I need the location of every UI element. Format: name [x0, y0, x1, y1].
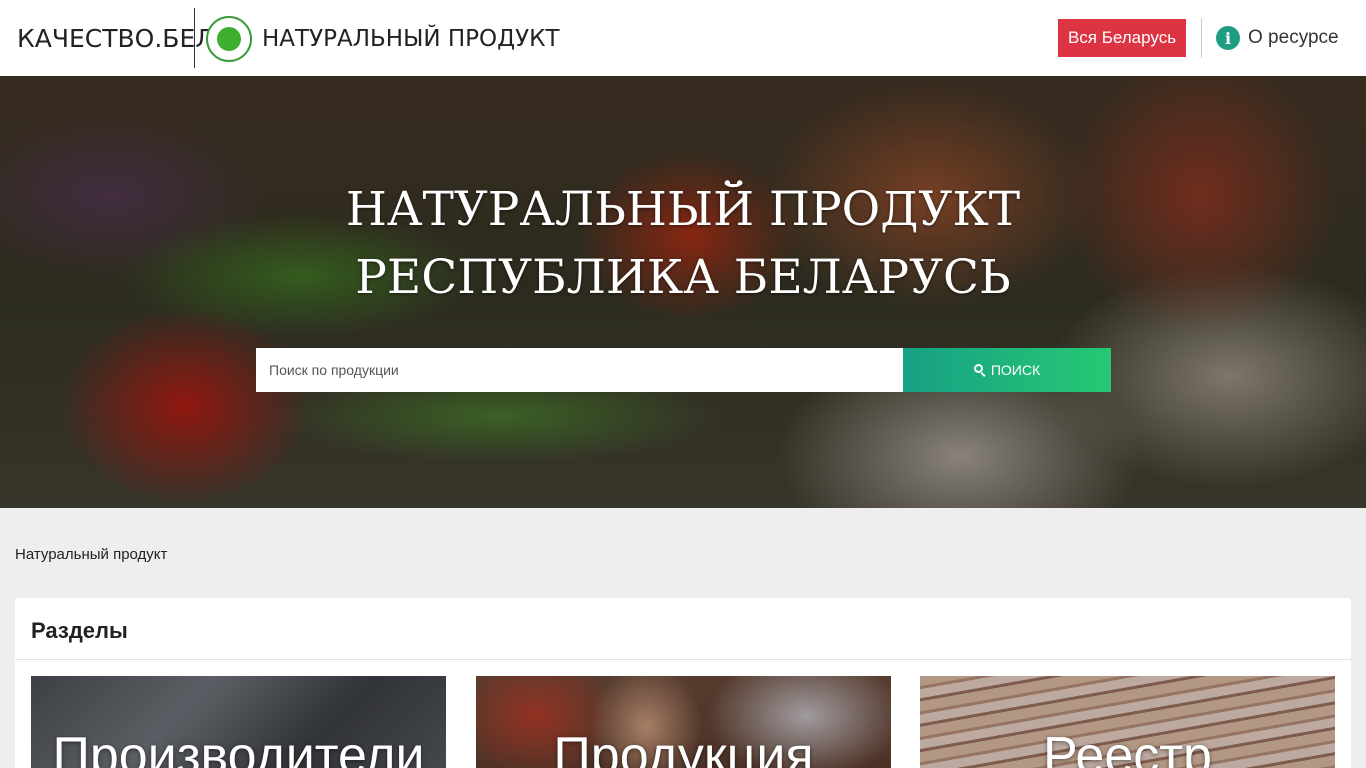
natural-product-logo[interactable] [206, 16, 252, 62]
search-input[interactable] [256, 348, 903, 392]
header-divider [1201, 18, 1202, 58]
sections-title: Разделы [31, 618, 128, 643]
hero-title-line2: РЕСПУБЛИКА БЕЛАРУСЬ [355, 250, 1011, 305]
site-header: КАЧЕСТВО.БЕЛ НАТУРАЛЬНЫЙ ПРОДУКТ Вся Бел… [0, 0, 1366, 76]
search-button[interactable]: ПОИСК [903, 348, 1111, 392]
hero-title-line1: НАТУРАЛЬНЫЙ ПРОДУКТ [345, 182, 1021, 237]
brand-divider [194, 8, 195, 68]
sections-card: Разделы Производители Продукция Реестр [15, 598, 1351, 768]
info-icon: i [1216, 26, 1240, 50]
search-form: ПОИСК [256, 348, 1111, 392]
hero-banner: НАТУРАЛЬНЫЙ ПРОДУКТ РЕСПУБЛИКА БЕЛАРУСЬ … [0, 76, 1366, 508]
tile-label: Производители [52, 727, 425, 768]
hero-title: НАТУРАЛЬНЫЙ ПРОДУКТ РЕСПУБЛИКА БЕЛАРУСЬ [0, 176, 1366, 312]
tile-registry[interactable]: Реестр [920, 676, 1335, 768]
search-button-label: ПОИСК [990, 362, 1041, 378]
card-divider [15, 659, 1351, 660]
breadcrumb: Натуральный продукт [15, 546, 168, 563]
region-button[interactable]: Вся Беларусь [1058, 19, 1186, 57]
product-name[interactable]: НАТУРАЛЬНЫЙ ПРОДУКТ [262, 26, 560, 52]
tile-producers[interactable]: Производители [31, 676, 446, 768]
logo-green-circle [217, 27, 241, 51]
about-link[interactable]: i О ресурсе [1216, 25, 1339, 51]
search-icon [973, 364, 986, 377]
tile-label: Продукция [553, 727, 814, 768]
tile-label: Реестр [1043, 727, 1212, 768]
tile-products[interactable]: Продукция [476, 676, 891, 768]
about-label: О ресурсе [1248, 27, 1339, 48]
brand-name[interactable]: КАЧЕСТВО.БЕЛ [17, 24, 214, 53]
